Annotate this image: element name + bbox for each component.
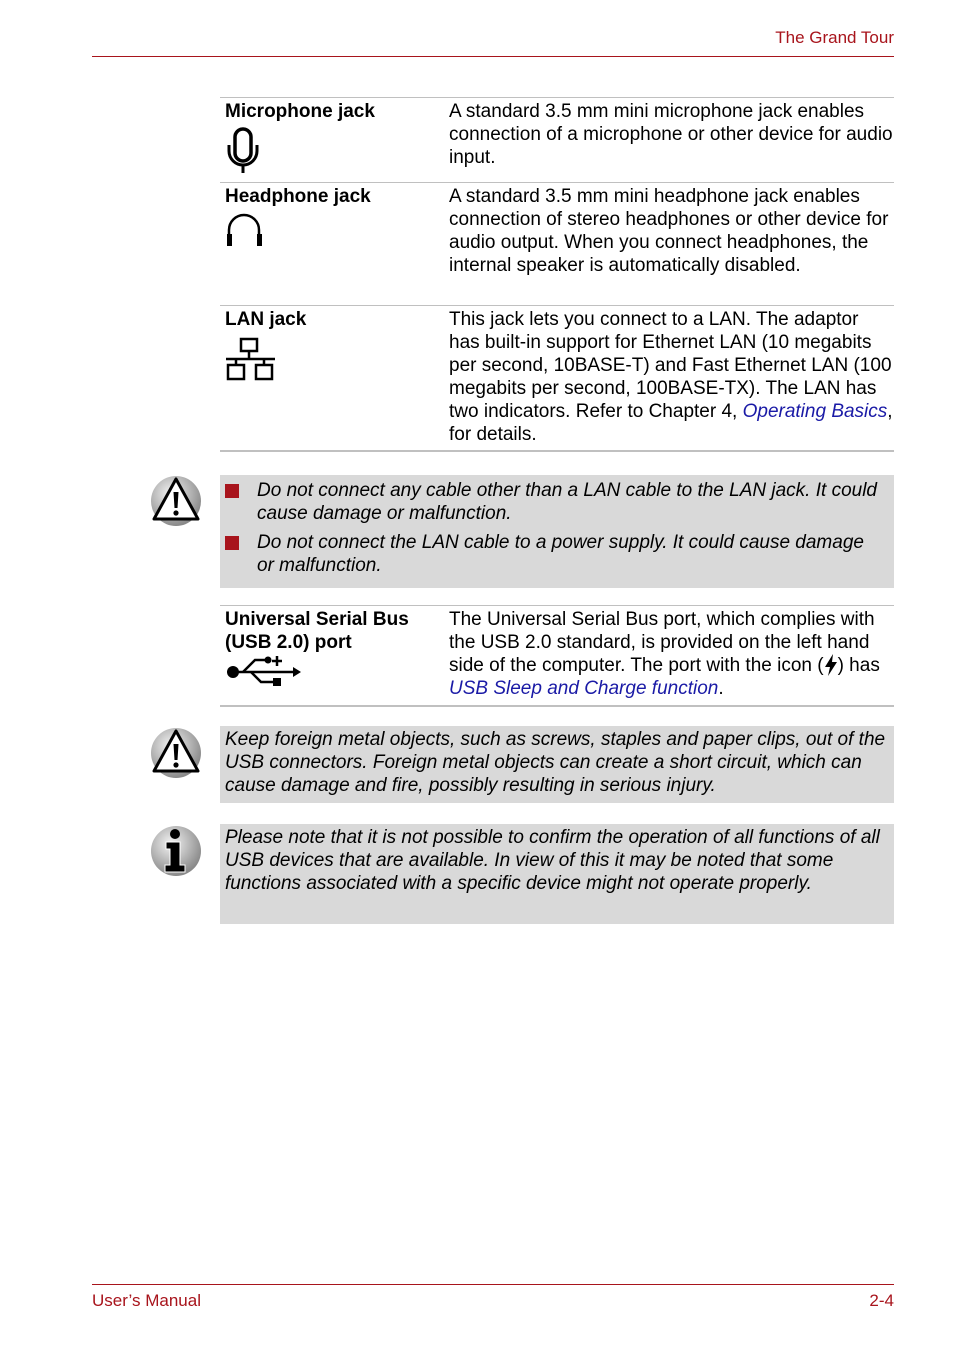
table-row-headphone: Headphone jack A standard 3.5 mm mini he… [220,182,894,305]
caution-bullet: Do not connect any cable other than a LA… [220,479,884,525]
usb-sleep-and-charge-link[interactable]: USB Sleep and Charge function [449,678,718,699]
sleep-and-charge-icon [824,654,837,676]
footer-divider [92,1284,894,1285]
usb-table: Universal Serial Bus (USB 2.0) port The … [220,605,894,707]
operating-basics-link[interactable]: Operating Basics [743,401,888,422]
port-name: Microphone jack [225,101,375,122]
caution-box-lan: Do not connect any cable other than a LA… [220,475,894,588]
table-row-usb: Universal Serial Bus (USB 2.0) port The … [220,605,894,707]
warning-icon [151,476,201,526]
microphone-icon [227,127,259,173]
port-description: This jack lets you connect to a LAN. The… [449,309,893,445]
header-divider [92,56,894,57]
header-title: The Grand Tour [775,28,894,47]
page-number: 2-4 [869,1291,894,1310]
port-description: A standard 3.5 mm mini microphone jack e… [449,101,893,168]
port-name-line2: (USB 2.0) port [225,632,352,653]
port-name-line1: Universal Serial Bus [225,609,409,630]
usb-icon [227,656,301,686]
headphone-icon [227,213,262,246]
footer-manual-title: User’s Manual [92,1291,201,1310]
caution-bullet: Do not connect the LAN cable to a power … [220,531,884,577]
port-name: Headphone jack [225,186,371,207]
caution-box-usb: Keep foreign metal objects, such as scre… [220,726,894,803]
bullet-marker [225,536,239,550]
info-icon [151,826,201,876]
warning-icon [151,728,201,778]
ports-table: Microphone jack A standard 3.5 mm mini m… [220,97,894,452]
info-note-box: Please note that it is not possible to c… [220,824,894,924]
port-description: A standard 3.5 mm mini headphone jack en… [449,186,889,276]
lan-icon [226,337,275,381]
table-row-microphone: Microphone jack A standard 3.5 mm mini m… [220,97,894,182]
port-name: LAN jack [225,309,307,330]
bullet-marker [225,484,239,498]
port-description: The Universal Serial Bus port, which com… [449,609,880,699]
table-row-lan: LAN jack This jack lets you connect to a… [220,305,894,452]
